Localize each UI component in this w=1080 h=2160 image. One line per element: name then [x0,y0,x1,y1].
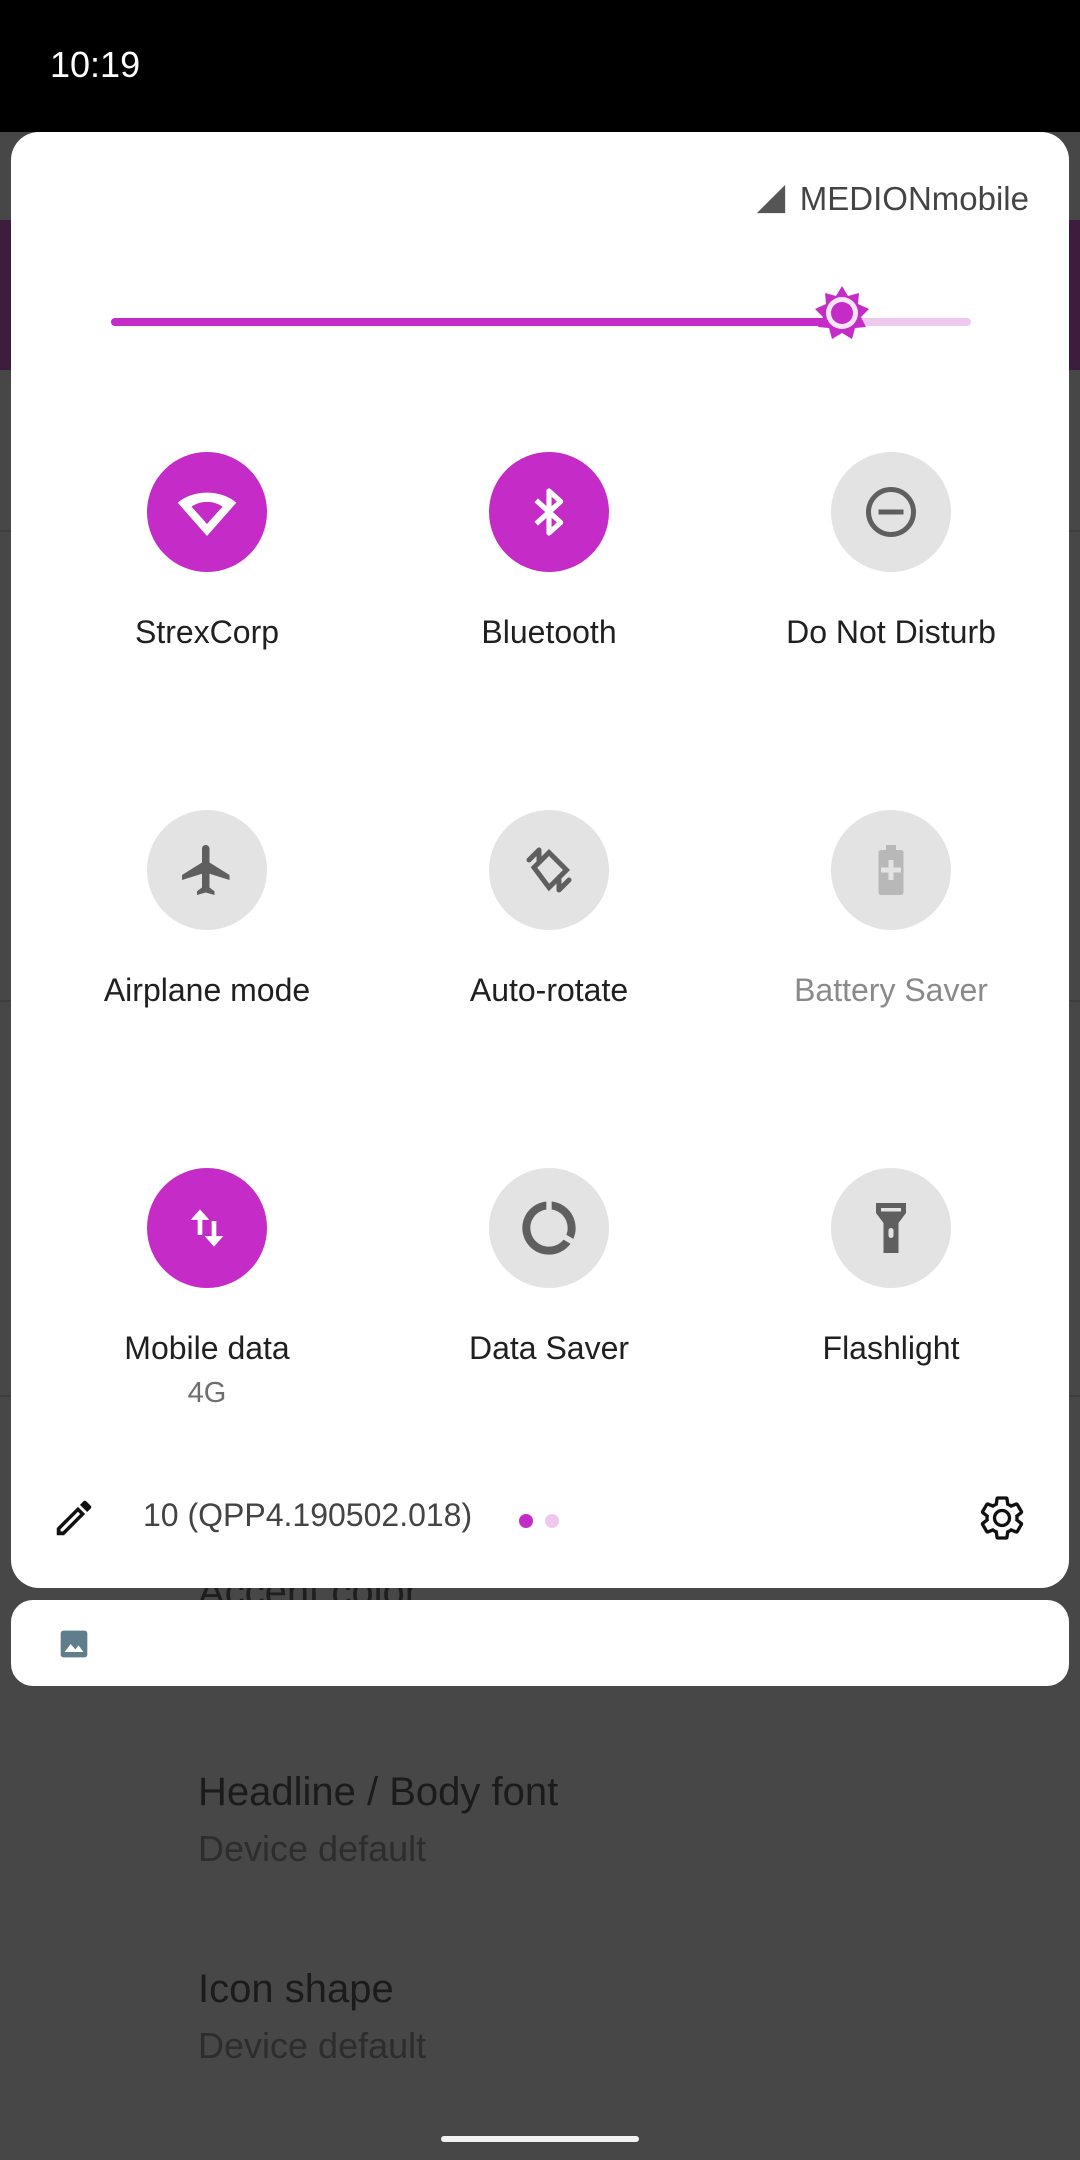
tile-label: Auto-rotate [469,972,629,1008]
tile-label: StrexCorp [134,614,280,650]
tile-do-not-disturb[interactable]: Do Not Disturb [741,452,1041,651]
tile-label: Airplane mode [103,972,311,1008]
auto-rotate-icon [526,847,572,893]
build-number[interactable]: 10 (QPP4.190502.018) [143,1497,472,1534]
tile-auto-rotate-button[interactable] [489,810,609,930]
tile-wifi-button[interactable] [147,452,267,572]
battery-saver-icon [878,845,904,895]
tile-flashlight[interactable]: Flashlight [741,1168,1041,1367]
signal-icon [756,184,785,214]
tile-flashlight-button[interactable] [831,1168,951,1288]
tile-label: Battery Saver [794,972,988,1008]
brightness-slider[interactable] [111,286,981,342]
tile-battery-saver-button[interactable] [831,810,951,930]
flashlight-icon [876,1203,906,1253]
quick-settings-footer: 10 (QPP4.190502.018) [11,1477,1069,1557]
tile-label: Do Not Disturb [786,614,996,650]
tile-sublabel: 4G [187,1377,227,1409]
mobile-data-icon [190,1209,224,1247]
notification-card[interactable] [11,1600,1069,1686]
status-bar: 10:19 [0,0,1080,132]
tile-wifi[interactable]: StrexCorp [57,452,357,651]
gear-icon[interactable] [977,1493,1027,1543]
page-indicator-dot-active [519,1514,533,1528]
tile-label: Mobile data [124,1330,290,1366]
tile-airplane-button[interactable] [147,810,267,930]
tile-data-saver-button[interactable] [489,1168,609,1288]
background-item-title[interactable]: Headline / Body font [198,1770,558,1815]
wifi-icon [177,492,237,536]
carrier-info: MEDIONmobile [754,180,1029,218]
background-item-title[interactable]: Icon shape [198,1967,394,2012]
tile-mobile-data-button[interactable] [147,1168,267,1288]
tile-label: Flashlight [822,1330,960,1366]
airplane-icon [182,845,230,895]
data-saver-icon [522,1201,576,1255]
background-item-subtitle: Device default [198,1828,427,1869]
image-icon [60,1630,88,1658]
tile-label: Bluetooth [481,614,617,650]
tile-data-saver[interactable]: Data Saver [399,1168,699,1367]
tile-label: Data Saver [468,1330,630,1366]
navigation-handle[interactable] [441,2136,639,2142]
tile-bluetooth[interactable]: Bluetooth [399,452,699,651]
quick-settings-panel: MEDIONmobile StrexCorp Bluetooth Do Not … [11,132,1069,1588]
tile-auto-rotate[interactable]: Auto-rotate [399,810,699,1009]
do-not-disturb-icon [866,487,916,537]
page-indicator-dot [545,1514,559,1528]
carrier-name: MEDIONmobile [799,180,1029,217]
edit-icon[interactable] [51,1495,97,1541]
status-time: 10:19 [50,44,141,85]
brightness-fill [111,318,842,326]
tile-dnd-button[interactable] [831,452,951,572]
brightness-thumb-icon[interactable] [812,284,872,344]
tile-airplane-mode[interactable]: Airplane mode [57,810,357,1009]
bluetooth-icon [534,488,564,536]
background-item-subtitle: Device default [198,2025,427,2066]
tile-battery-saver[interactable]: Battery Saver [741,810,1041,1009]
tile-mobile-data[interactable]: Mobile data 4G [57,1168,357,1410]
tile-bluetooth-button[interactable] [489,452,609,572]
